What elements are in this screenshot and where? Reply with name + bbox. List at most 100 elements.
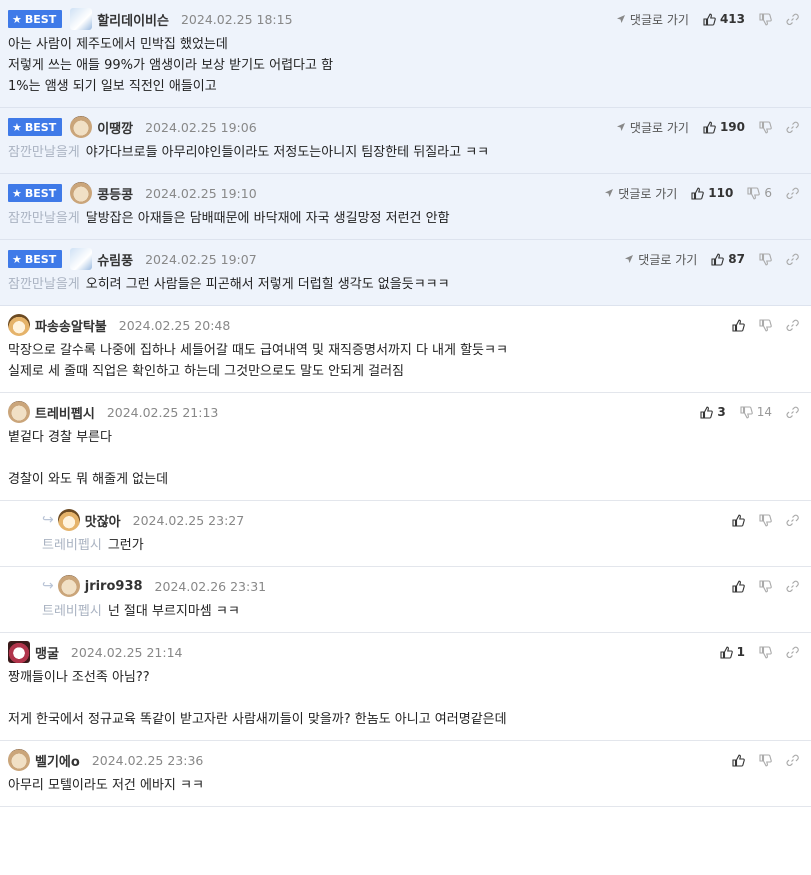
comment-text: 1%는 앰생 되기 일보 직전인 애들이고 <box>8 79 217 94</box>
like-button[interactable] <box>732 514 745 527</box>
comment: 맹굴 2024.02.25 21:14 1 짱깨들이나 조선족 아님?? 저게 한… <box>0 633 811 741</box>
reply-link[interactable]: 댓글로 가기 <box>604 185 677 202</box>
nickname[interactable]: 트레비펩시 <box>35 403 95 422</box>
like-count: 190 <box>719 120 745 134</box>
like-button[interactable] <box>732 754 745 767</box>
reply-link[interactable]: 댓글로 가기 <box>616 11 689 28</box>
nickname[interactable]: 이땡깡 <box>97 118 133 137</box>
avatar[interactable] <box>70 116 93 138</box>
comment-date: 2024.02.25 18:15 <box>180 11 293 27</box>
like-count: 3 <box>717 405 726 419</box>
dislike-button[interactable]: 6 <box>747 186 772 200</box>
avatar[interactable] <box>8 401 30 423</box>
like-button[interactable] <box>732 319 745 332</box>
comment-text-line: 막장으로 갈수록 나중에 집하나 세들어갈 때도 급여내역 및 재직증명서까지 … <box>8 340 803 361</box>
comment-body: 잠깐만날을게 야가다브로들 아무리야인들이라도 저정도는아니지 팀장한테 뒤질라고… <box>0 136 811 173</box>
reply-link[interactable]: 댓글로 가기 <box>616 119 689 136</box>
link-button[interactable] <box>786 406 799 419</box>
reply-target[interactable]: 트레비펩시 <box>42 604 102 619</box>
avatar[interactable] <box>8 314 30 336</box>
like-button[interactable]: 1 <box>720 645 745 659</box>
thumbs-down-icon <box>759 120 772 133</box>
comment-text-line: 아무리 모텔이라도 저건 에바지 ㅋㅋ <box>8 775 803 796</box>
avatar[interactable] <box>57 509 80 531</box>
link-button[interactable] <box>786 319 799 332</box>
comment: ★ BEST 슈림풍 2024.02.25 19:07 댓글로 가기 87 잠깐… <box>0 240 811 306</box>
like-button[interactable] <box>732 580 745 593</box>
nickname[interactable]: 맹굴 <box>35 643 59 662</box>
avatar[interactable] <box>8 641 30 663</box>
avatar[interactable] <box>70 182 93 204</box>
thumbs-down-icon <box>747 186 761 199</box>
comment-actions: 3 14 <box>686 402 799 422</box>
nickname[interactable]: 벨기에o <box>35 751 80 770</box>
like-button[interactable]: 87 <box>711 252 745 266</box>
comment: 벨기에o 2024.02.25 23:36 아무리 모텔이라도 저건 에바지 ㅋ… <box>0 741 811 807</box>
avatar[interactable] <box>70 8 93 30</box>
dislike-button[interactable] <box>759 12 772 26</box>
comment-date: 2024.02.25 19:07 <box>145 251 257 267</box>
comment-actions <box>718 510 799 530</box>
link-icon <box>786 319 799 331</box>
dislike-button[interactable] <box>759 120 772 134</box>
nickname[interactable]: jriro938 <box>85 579 143 594</box>
reply-target[interactable]: 잠깐만날을게 <box>8 211 80 226</box>
comment-header: ★ BEST 콩등콩 2024.02.25 19:10 댓글로 가기 110 6 <box>0 174 811 204</box>
nickname[interactable]: 할리데이비슨 <box>97 10 169 29</box>
reply-target[interactable]: 잠깐만날을게 <box>8 145 80 160</box>
like-count: 87 <box>728 252 745 266</box>
link-button[interactable] <box>786 514 799 527</box>
dislike-button[interactable]: 14 <box>740 405 772 419</box>
comment-header: ★ BEST 슈림풍 2024.02.25 19:07 댓글로 가기 87 <box>0 240 811 270</box>
dislike-button[interactable] <box>759 753 772 767</box>
dislike-count: 14 <box>756 405 772 419</box>
comment-text: 달방잡은 아재들은 담배때문에 바닥재에 자국 생길망정 저런건 안함 <box>85 211 450 226</box>
link-icon <box>786 13 799 25</box>
nickname[interactable]: 콩등콩 <box>97 184 133 203</box>
comment: ★BEST 콩등콩 2024.02.25 19:10 댓글로 가기 110 6 <box>0 174 811 240</box>
link-button[interactable] <box>786 253 799 266</box>
comment-body: 잠깐만날을게 달방잡은 아재들은 담배때문에 바닥재에 자국 생길망정 저런건 안… <box>0 202 811 239</box>
nickname[interactable]: 슈림풍 <box>97 250 133 269</box>
like-button[interactable]: 110 <box>691 186 733 200</box>
avatar[interactable] <box>8 749 30 771</box>
reply-link-label: 댓글로 가기 <box>629 12 689 27</box>
link-icon <box>786 646 799 658</box>
reply-link-label: 댓글로 가기 <box>618 186 678 201</box>
link-button[interactable] <box>786 13 799 26</box>
link-button[interactable] <box>786 580 799 593</box>
comment-header: 맹굴 2024.02.25 21:14 1 <box>0 633 811 663</box>
like-button[interactable]: 413 <box>703 12 745 26</box>
comment-text: 오히려 그런 사람들은 피곤해서 저렇게 더럽힐 생각도 없을듯ㅋㅋㅋ <box>85 277 450 292</box>
dislike-button[interactable] <box>759 645 772 659</box>
reply-link[interactable]: 댓글로 가기 <box>624 251 697 268</box>
link-button[interactable] <box>786 754 799 767</box>
nickname[interactable]: 맛잖아 <box>85 511 121 530</box>
star-icon: ★ <box>12 12 22 26</box>
avatar[interactable] <box>57 575 80 597</box>
comment-date: 2024.02.26 23:31 <box>154 578 267 594</box>
comment-text-line: 아는 사람이 제주도에서 민박집 했었는데 <box>8 34 803 55</box>
link-button[interactable] <box>786 646 799 659</box>
comment-text: 실제로 세 줄때 직업은 확인하고 하는데 그것만으로도 말도 안되게 걸러짐 <box>8 364 404 379</box>
dislike-button[interactable] <box>759 513 772 527</box>
reply-target[interactable]: 잠깐만날을게 <box>8 277 80 292</box>
thumbs-down-icon <box>759 645 772 658</box>
nickname[interactable]: 파송송알탁불 <box>35 316 107 335</box>
comment-text-line: 잠깐만날을게 오히려 그런 사람들은 피곤해서 저렇게 더럽힐 생각도 없을듯ㅋㅋ… <box>8 274 803 295</box>
like-button[interactable]: 190 <box>703 120 745 134</box>
comment-body: 볕겉다 경찰 부른다 경찰이 와도 뭐 해줄게 없는데 <box>0 421 811 500</box>
star-icon: ★ <box>12 120 22 134</box>
like-button[interactable]: 3 <box>700 405 726 419</box>
dislike-button[interactable] <box>759 579 772 593</box>
comment: ↪ 맛잖아 2024.02.25 23:27 트레비펩시 그런가 <box>0 501 811 567</box>
link-button[interactable] <box>786 187 799 200</box>
avatar[interactable] <box>70 248 93 270</box>
comment-text-line: 경찰이 와도 뭐 해줄게 없는데 <box>8 469 803 490</box>
link-button[interactable] <box>786 121 799 134</box>
reply-link-label: 댓글로 가기 <box>638 252 698 267</box>
comment-header: ★ BEST 이땡깡 2024.02.25 19:06 댓글로 가기 190 <box>0 108 811 138</box>
dislike-button[interactable] <box>759 318 772 332</box>
reply-target[interactable]: 트레비펩시 <box>42 538 102 553</box>
dislike-button[interactable] <box>759 252 772 266</box>
